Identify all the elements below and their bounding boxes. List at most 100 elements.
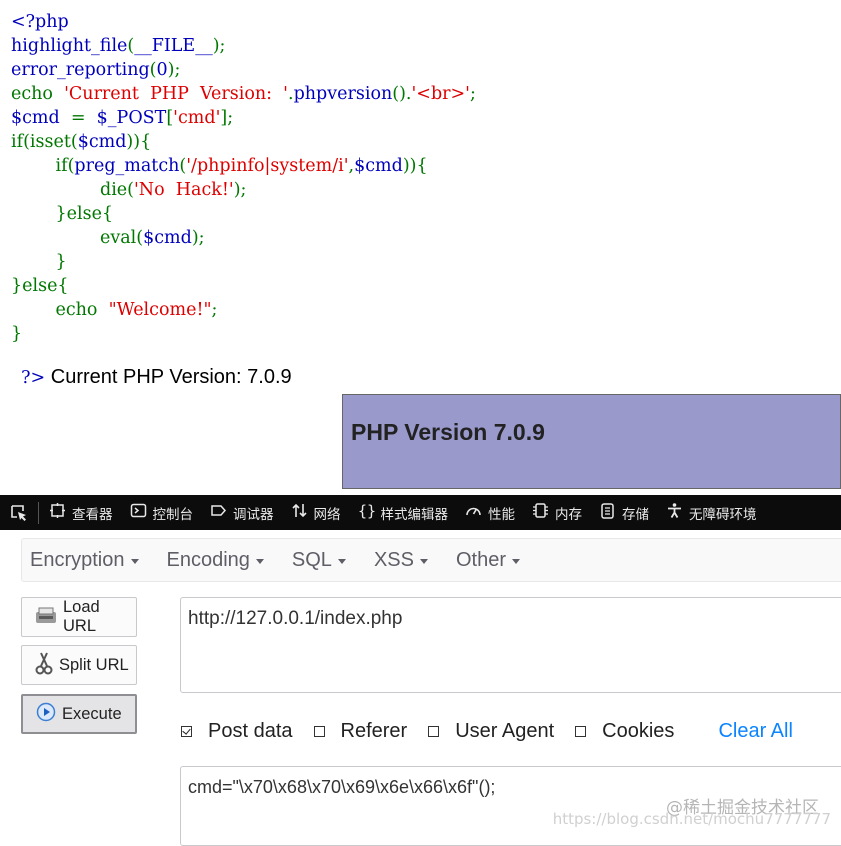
split-url-label: Split URL (59, 655, 129, 674)
menu-label: Encoding (166, 548, 250, 571)
code-token: <?php (11, 12, 69, 32)
code-token: highlight_file (11, 36, 128, 56)
menu-encoding[interactable]: Encoding (167, 549, 264, 572)
option-label: Referer (340, 719, 408, 742)
code-token: '<br>' (411, 84, 470, 104)
menu-label: SQL (291, 548, 332, 571)
inspector-icon (49, 502, 66, 523)
devtools-tab-label: 存储 (622, 506, 649, 523)
option-user-agent[interactable]: User Agent (427, 720, 554, 743)
devtools-tab-label: 无障碍环境 (689, 506, 757, 523)
code-token: echo (11, 84, 65, 104)
hackbar-menubar: Encryption Encoding SQL XSS Other (21, 538, 841, 582)
devtools-tab-storage[interactable]: 存储 (599, 502, 649, 523)
devtools-tab-label: 性能 (488, 506, 515, 523)
devtools-tab-accessibility[interactable]: 无障碍环境 (666, 502, 757, 523)
devtools-tab-memory[interactable]: 内存 (532, 502, 582, 523)
code-token: (). (392, 84, 412, 104)
devtools-tab-label: 查看器 (72, 506, 113, 523)
execute-button[interactable]: Execute (21, 694, 137, 734)
code-line: error_reporting(0); (11, 58, 476, 82)
code-token: ); (212, 36, 226, 56)
load-url-button[interactable]: Load URL (21, 597, 137, 637)
devtools-tab-console[interactable]: 控制台 (130, 502, 194, 523)
play-icon (36, 702, 56, 727)
devtools-tab-inspector[interactable]: 查看器 (49, 502, 113, 523)
code-token: $cmd (143, 228, 192, 248)
code-token: ); (167, 60, 181, 80)
code-line: eval($cmd); (11, 226, 476, 250)
devtools-toolbar: 查看器 控制台 调试器 网络 {} 样式编辑器 性能 内存 存储 无障碍环境 (0, 495, 841, 530)
caret-down-icon (512, 559, 520, 564)
menu-label: Encryption (30, 548, 125, 571)
checkbox[interactable] (313, 725, 325, 737)
load-url-icon (35, 605, 57, 630)
code-token: if( (11, 132, 30, 152)
code-token: } (11, 324, 23, 344)
checkbox[interactable] (181, 725, 192, 737)
code-token: ; (211, 300, 218, 320)
option-referer[interactable]: Referer (313, 719, 408, 743)
watermark-url: https://blog.csdn.net/mochu7777777 (552, 810, 831, 828)
code-line: highlight_file(__FILE__); (11, 34, 476, 58)
checkbox[interactable] (428, 725, 440, 737)
code-token: )){ (402, 156, 428, 176)
caret-down-icon (255, 559, 264, 564)
url-value: http://127.0.0.1/index.php (188, 608, 403, 629)
debugger-icon (210, 502, 227, 523)
request-options: Post data Referer User Agent Cookies Clear A… (180, 718, 793, 744)
load-url-label: Load URL (63, 598, 100, 635)
code-token: __FILE__ (134, 36, 213, 56)
devtools-tab-style-editor[interactable]: {} 样式编辑器 (358, 502, 449, 523)
url-textarea[interactable]: http://127.0.0.1/index.php (180, 597, 841, 693)
code-token: $cmd (11, 108, 71, 128)
code-token: isset (29, 132, 71, 152)
devtools-tab-performance[interactable]: 性能 (465, 502, 515, 523)
checkbox[interactable] (575, 725, 587, 737)
code-token: )){ (126, 132, 152, 152)
code-token: echo (11, 300, 109, 320)
accessibility-icon (666, 502, 683, 523)
menu-sql[interactable]: SQL (292, 549, 346, 572)
option-label: Cookies (602, 719, 675, 742)
code-line: if(preg_match('/phpinfo|system/i',$cmd))… (11, 154, 476, 178)
code-token: '/phpinfo|system/i' (186, 156, 349, 176)
option-cookies[interactable]: Cookies (574, 720, 674, 743)
clear-all-link[interactable]: Clear All (718, 720, 792, 743)
storage-icon (599, 502, 616, 523)
devtools-tab-network[interactable]: 网络 (291, 502, 341, 523)
code-line: }else{ (11, 202, 476, 226)
code-line: if(isset($cmd)){ (11, 130, 476, 154)
menu-other[interactable]: Other (456, 549, 520, 572)
element-picker-icon[interactable] (8, 502, 30, 524)
code-line: die('No Hack!'); (11, 178, 476, 202)
caret-down-icon (337, 559, 346, 564)
menu-xss[interactable]: XSS (374, 549, 428, 572)
code-token: die( (11, 180, 134, 200)
code-token: $cmd (77, 132, 127, 152)
php-source-code: <?php highlight_file(__FILE__); error_repo… (11, 10, 476, 346)
devtools-tab-label: 网络 (313, 506, 341, 523)
code-line: echo 'Current PHP Version: '.phpversion(… (11, 82, 476, 106)
phpinfo-header: PHP Version 7.0.9 (342, 394, 841, 489)
option-post-data[interactable]: Post data (180, 720, 293, 743)
menu-encryption[interactable]: Encryption (30, 549, 139, 572)
code-token: }else{ (11, 204, 114, 224)
performance-icon (465, 502, 482, 523)
scissors-icon (35, 651, 53, 680)
phpinfo-title: PHP Version 7.0.9 (351, 419, 545, 445)
devtools-tab-debugger[interactable]: 调试器 (210, 502, 274, 523)
menu-label: Other (455, 548, 506, 571)
code-token: 'No Hack!' (134, 180, 234, 200)
menu-label: XSS (373, 548, 414, 571)
code-token: ]; (220, 108, 234, 128)
split-url-button[interactable]: Split URL (21, 645, 137, 685)
code-token: ; (469, 84, 476, 104)
option-label: Post data (208, 719, 293, 742)
code-token: 'Current PHP Version: ' (64, 84, 288, 104)
code-token: error_reporting (11, 60, 150, 80)
devtools-tab-label: 控制台 (152, 506, 194, 523)
php-closing-tag: ?> (21, 368, 46, 388)
code-token: if( (11, 156, 75, 176)
code-line: $cmd = $_POST['cmd']; (11, 106, 476, 130)
